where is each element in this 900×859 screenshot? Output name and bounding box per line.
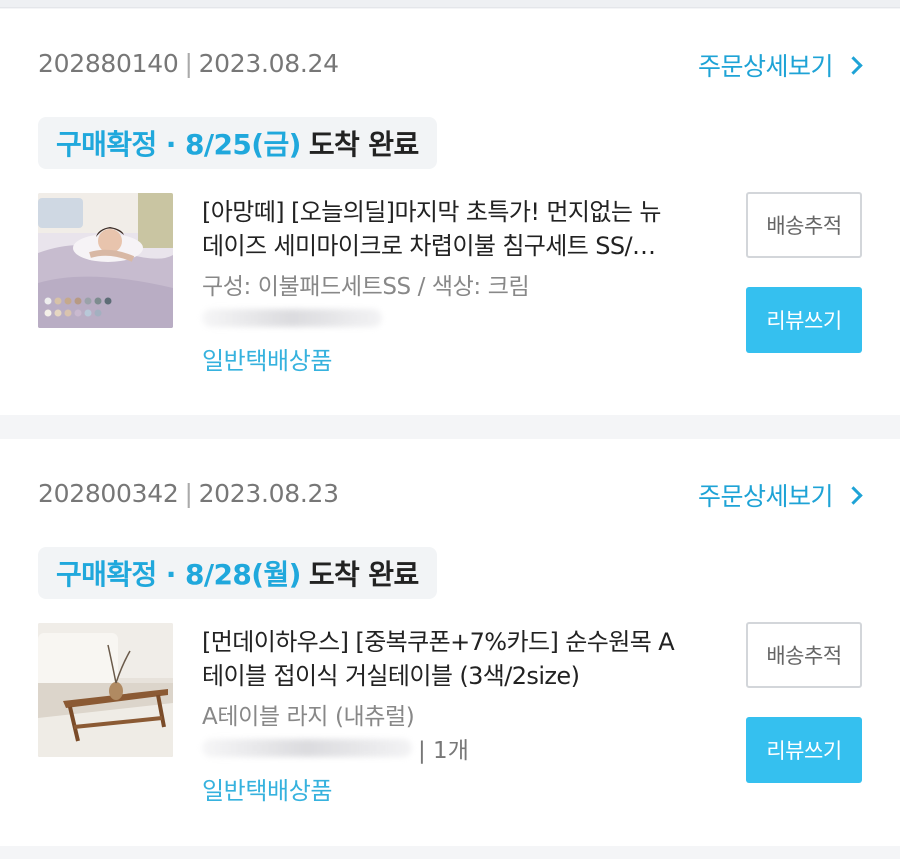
shipping-type: 일반택배상품 bbox=[202, 777, 333, 805]
chevron-right-icon bbox=[844, 55, 863, 75]
status-badge: 구매확정 · 8/28(월) 도착 완료 bbox=[38, 547, 437, 599]
status-arrival: 도착 완료 bbox=[308, 558, 419, 591]
chevron-right-icon bbox=[844, 485, 863, 505]
product-quantity: | 1개 bbox=[418, 738, 469, 764]
product-thumbnail[interactable] bbox=[38, 623, 173, 757]
redacted-blur bbox=[202, 309, 382, 327]
order-card: 202880140 | 2023.08.24 주문상세보기 구매확정 · 8/25(… bbox=[0, 9, 900, 415]
write-review-button[interactable]: 리뷰쓰기 bbox=[746, 287, 862, 353]
order-detail-label: 주문상세보기 bbox=[697, 52, 834, 81]
order-detail-link[interactable]: 주문상세보기 bbox=[698, 47, 864, 83]
order-number: 202800342 bbox=[38, 479, 179, 508]
product-title[interactable]: [먼데이하우스] [중복쿠폰+7%카드] 순수원목 A 테이블 접이식 거실테이… bbox=[202, 625, 712, 693]
order-detail-link[interactable]: 주문상세보기 bbox=[698, 477, 864, 513]
shipping-type: 일반택배상품 bbox=[202, 347, 333, 375]
product-thumbnail[interactable] bbox=[38, 193, 173, 328]
product-info: [아망떼] [오늘의딜]마지막 초특가! 먼지없는 뉴 데이즈 세미마이크로 차… bbox=[202, 195, 712, 376]
order-meta: 202800342 | 2023.08.23 bbox=[38, 479, 339, 508]
top-divider bbox=[0, 0, 900, 8]
status-confirmed: 구매확정 · 8/28(월) bbox=[56, 558, 301, 591]
meta-separator: | bbox=[184, 479, 193, 508]
order-meta: 202880140 | 2023.08.24 bbox=[38, 49, 339, 78]
status-badge: 구매확정 · 8/25(금) 도착 완료 bbox=[38, 117, 437, 169]
order-date: 2023.08.23 bbox=[198, 479, 339, 508]
order-card: 202800342 | 2023.08.23 주문상세보기 구매확정 · 8/28(… bbox=[0, 439, 900, 846]
product-title[interactable]: [아망떼] [오늘의딜]마지막 초특가! 먼지없는 뉴 데이즈 세미마이크로 차… bbox=[202, 195, 712, 263]
product-title-line2: 테이블 접이식 거실테이블 (3색/2size) bbox=[202, 662, 580, 690]
order-detail-label: 주문상세보기 bbox=[697, 482, 834, 511]
redacted-blur bbox=[202, 739, 412, 757]
order-date: 2023.08.24 bbox=[198, 49, 339, 78]
status-arrival: 도착 완료 bbox=[308, 128, 419, 161]
product-option: 구성: 이불패드세트SS / 색상: 크림 bbox=[202, 274, 530, 300]
product-title-line1: [아망떼] [오늘의딜]마지막 초특가! 먼지없는 뉴 bbox=[202, 198, 661, 226]
meta-separator: | bbox=[184, 49, 193, 78]
order-number: 202880140 bbox=[38, 49, 179, 78]
product-title-line2: 데이즈 세미마이크로 차렵이불 침구세트 SS/… bbox=[202, 232, 656, 260]
product-title-line1: [먼데이하우스] [중복쿠폰+7%카드] 순수원목 A bbox=[202, 628, 675, 656]
status-confirmed: 구매확정 · 8/25(금) bbox=[56, 128, 301, 161]
product-option: A테이블 라지 (내츄럴) bbox=[202, 704, 415, 730]
track-delivery-button[interactable]: 배송추적 bbox=[746, 622, 862, 688]
product-info: [먼데이하우스] [중복쿠폰+7%카드] 순수원목 A 테이블 접이식 거실테이… bbox=[202, 625, 712, 806]
track-delivery-button[interactable]: 배송추적 bbox=[746, 192, 862, 258]
write-review-button[interactable]: 리뷰쓰기 bbox=[746, 717, 862, 783]
price-redacted bbox=[202, 301, 712, 335]
price-redacted: | 1개 bbox=[202, 731, 712, 765]
